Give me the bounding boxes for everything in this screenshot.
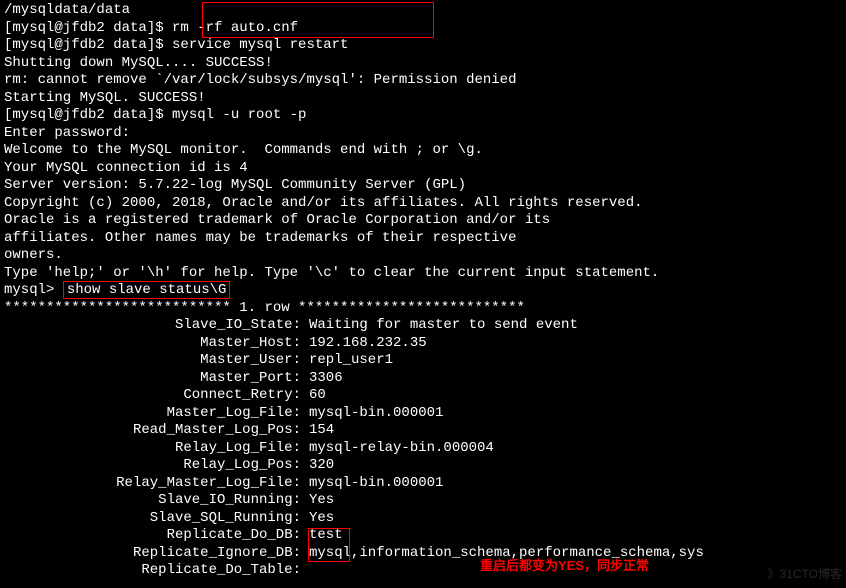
watermark: 》31CTO博客	[768, 567, 842, 582]
status-label: Replicate_Do_DB:	[4, 527, 309, 545]
terminal-line: Enter password:	[4, 125, 842, 143]
status-label: Master_Host:	[4, 335, 309, 353]
terminal-line: Type 'help;' or '\h' for help. Type '\c'…	[4, 265, 842, 283]
annotation-text: 重启后都变为YES，同步正常	[480, 558, 649, 574]
status-row-master-log-file: Master_Log_File: mysql-bin.000001	[4, 405, 842, 423]
terminal-line: /mysqldata/data	[4, 2, 842, 20]
terminal-line: Copyright (c) 2000, 2018, Oracle and/or …	[4, 195, 842, 213]
status-row-master-port: Master_Port: 3306	[4, 370, 842, 388]
status-label: Connect_Retry:	[4, 387, 309, 405]
status-row-connect-retry: Connect_Retry: 60	[4, 387, 842, 405]
status-label: Read_Master_Log_Pos:	[4, 422, 309, 440]
terminal-line: [mysql@jfdb2 data]$ service mysql restar…	[4, 37, 842, 55]
status-row-relay-master-log-file: Relay_Master_Log_File: mysql-bin.000001	[4, 475, 842, 493]
terminal-line: Welcome to the MySQL monitor. Commands e…	[4, 142, 842, 160]
terminal-line: Your MySQL connection id is 4	[4, 160, 842, 178]
status-label: Master_User:	[4, 352, 309, 370]
terminal-line: Oracle is a registered trademark of Orac…	[4, 212, 842, 230]
status-row-relay-log-pos: Relay_Log_Pos: 320	[4, 457, 842, 475]
status-label: Slave_SQL_Running:	[4, 510, 309, 528]
status-value: repl_user1	[309, 352, 842, 370]
terminal-line: Starting MySQL. SUCCESS!	[4, 90, 842, 108]
terminal-line: *************************** 1. row *****…	[4, 300, 842, 318]
status-row-slave-sql-running: Slave_SQL_Running: Yes	[4, 510, 842, 528]
terminal-line: owners.	[4, 247, 842, 265]
status-value: test	[309, 527, 842, 545]
status-row-read-master-log-pos: Read_Master_Log_Pos: 154	[4, 422, 842, 440]
status-label: Relay_Master_Log_File:	[4, 475, 309, 493]
status-row-master-user: Master_User: repl_user1	[4, 352, 842, 370]
terminal-line: affiliates. Other names may be trademark…	[4, 230, 842, 248]
command-text: service mysql restart	[172, 37, 348, 53]
status-value: 154	[309, 422, 842, 440]
status-row-replicate-do-table: Replicate_Do_Table:	[4, 562, 842, 580]
status-value: mysql-bin.000001	[309, 475, 842, 493]
status-row-master-host: Master_Host: 192.168.232.35	[4, 335, 842, 353]
status-label: Slave_IO_Running:	[4, 492, 309, 510]
status-label: Relay_Log_Pos:	[4, 457, 309, 475]
mysql-command: show slave status\G	[63, 281, 231, 299]
status-label: Master_Port:	[4, 370, 309, 388]
status-value: mysql-bin.000001	[309, 405, 842, 423]
terminal-line: Shutting down MySQL.... SUCCESS!	[4, 55, 842, 73]
status-value: 320	[309, 457, 842, 475]
status-label: Replicate_Do_Table:	[4, 562, 309, 580]
status-value: 192.168.232.35	[309, 335, 842, 353]
status-value: Yes	[309, 492, 842, 510]
terminal-line: [mysql@jfdb2 data]$ rm -rf auto.cnf	[4, 20, 842, 38]
terminal-line: [mysql@jfdb2 data]$ mysql -u root -p	[4, 107, 842, 125]
status-value: 3306	[309, 370, 842, 388]
status-value: mysql-relay-bin.000004	[309, 440, 842, 458]
status-label: Master_Log_File:	[4, 405, 309, 423]
status-row-replicate-do-db: Replicate_Do_DB: test	[4, 527, 842, 545]
terminal-line: Server version: 5.7.22-log MySQL Communi…	[4, 177, 842, 195]
mysql-prompt: mysql>	[4, 282, 63, 298]
status-label: Slave_IO_State:	[4, 317, 309, 335]
status-value: Waiting for master to send event	[309, 317, 842, 335]
status-label: Replicate_Ignore_DB:	[4, 545, 309, 563]
shell-prompt: [mysql@jfdb2 data]$	[4, 37, 172, 53]
status-row-slave-io-running: Slave_IO_Running: Yes	[4, 492, 842, 510]
terminal-line: mysql> show slave status\G	[4, 282, 842, 300]
shell-prompt: [mysql@jfdb2 data]$	[4, 20, 172, 36]
status-row-slave-io-state: Slave_IO_State: Waiting for master to se…	[4, 317, 842, 335]
terminal-line: rm: cannot remove `/var/lock/subsys/mysq…	[4, 72, 842, 90]
status-value: Yes	[309, 510, 842, 528]
command-text: rm -rf auto.cnf	[172, 20, 298, 36]
status-label: Relay_Log_File:	[4, 440, 309, 458]
status-row-relay-log-file: Relay_Log_File: mysql-relay-bin.000004	[4, 440, 842, 458]
status-value: 60	[309, 387, 842, 405]
status-row-replicate-ignore-db: Replicate_Ignore_DB: mysql,information_s…	[4, 545, 842, 563]
